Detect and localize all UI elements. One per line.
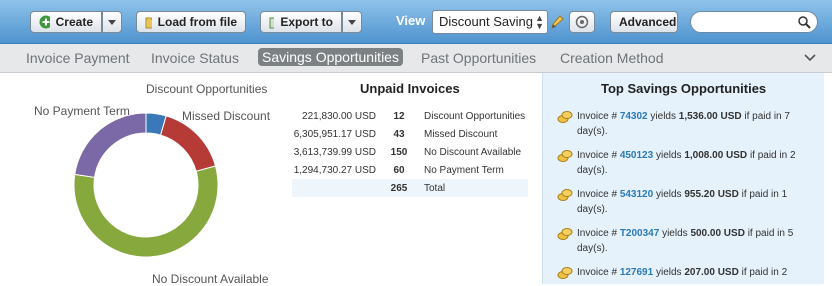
row-count: 150 [390, 146, 408, 158]
label-discount-opportunities: Discount Opportunities [146, 82, 268, 96]
table-row: 221,830.00 USD 12 Discount Opportunities [292, 107, 528, 125]
view-select-value: Discount Saving [439, 14, 533, 29]
total-amount [292, 179, 382, 197]
load-from-file-button[interactable]: Load from file [136, 11, 246, 33]
total-count: 265 [390, 182, 408, 194]
invoice-prefix: Invoice # [577, 228, 618, 239]
invoice-link[interactable]: 543120 [620, 189, 653, 200]
row-count: 60 [393, 164, 405, 176]
create-dropdown-button[interactable] [102, 11, 122, 33]
coins-icon [557, 111, 573, 123]
tab-past-opportunities[interactable]: Past Opportunities [421, 50, 536, 66]
chevron-down-icon [108, 19, 116, 25]
yields-text: yields [662, 228, 688, 239]
invoice-prefix: Invoice # [577, 189, 618, 200]
list-item: Invoice # 543120 yields 955.20 USD if pa… [557, 187, 819, 217]
row-label: No Discount Available [424, 146, 522, 158]
create-button[interactable]: Create [30, 11, 102, 33]
export-dropdown-button[interactable] [342, 11, 362, 33]
gear-icon [575, 15, 589, 29]
load-label: Load from file [157, 15, 237, 29]
search-input[interactable] [690, 11, 818, 33]
row-label: Discount Opportunities [424, 110, 526, 122]
export-to-button[interactable]: Export to [260, 11, 342, 33]
label-missed-discount: Missed Discount [182, 109, 271, 123]
invoice-link[interactable]: T200347 [620, 228, 659, 239]
yields-text: yields [655, 150, 682, 161]
savings-amount: 1,536.00 USD [678, 111, 742, 122]
export-label: Export to [280, 15, 333, 29]
tab-creation-method[interactable]: Creation Method [560, 50, 664, 66]
savings-amount: 207.00 USD [684, 267, 739, 278]
unpaid-invoices-title: Unpaid Invoices [360, 81, 460, 96]
total-row: 265 Total [292, 179, 528, 197]
plus-circle-icon [39, 15, 50, 29]
row-count: 43 [393, 128, 405, 140]
advanced-label: Advanced [619, 15, 677, 29]
savings-amount: 955.20 USD [684, 189, 739, 200]
coins-icon [557, 267, 573, 279]
savings-amount: 500.00 USD [690, 228, 745, 239]
invoice-link[interactable]: 74302 [620, 111, 648, 122]
unpaid-invoices-panel: Unpaid Invoices 221,830.00 USD 12 Discount… [288, 73, 542, 284]
tab-savings-opportunities[interactable]: Savings Opportunities [258, 48, 403, 66]
view-label: View [396, 13, 426, 28]
invoice-prefix: Invoice # [577, 111, 618, 122]
row-label: Missed Discount [424, 128, 498, 140]
tab-bar: Invoice Payment Invoice Status Savings O… [0, 44, 832, 73]
total-label: Total [424, 182, 446, 194]
label-no-payment-term: No Payment Term [34, 104, 130, 118]
yields-text: yields [655, 267, 682, 278]
invoice-link[interactable]: 127691 [620, 267, 653, 278]
row-amount: 3,613,739.99 USD [293, 146, 376, 158]
search-icon[interactable] [797, 15, 811, 29]
table-row: 1,294,730.27 USD 60 No Payment Term [292, 161, 528, 179]
toolbar: Create Load from file Export to View Dis… [0, 0, 832, 44]
advanced-button[interactable]: Advanced [610, 11, 678, 33]
top-savings-title: Top Savings Opportunities [601, 81, 767, 96]
list-item: Invoice # T200347 yields 500.00 USD if p… [557, 226, 819, 256]
coins-icon [557, 228, 573, 240]
select-arrows-icon: ▲ ▼ [535, 13, 544, 31]
top-savings-panel: Top Savings Opportunities Invoice # 7430… [542, 73, 824, 284]
table-row: 6,305,951.17 USD 43 Missed Discount [292, 125, 528, 143]
invoice-prefix: Invoice # [577, 150, 618, 161]
list-item: Invoice # 127691 yields 207.00 USD if pa… [557, 265, 819, 280]
chevron-down-icon[interactable] [804, 54, 816, 62]
view-select[interactable]: Discount Saving ▲ ▼ [432, 10, 548, 34]
row-count: 12 [393, 110, 405, 122]
yields-text: yields [650, 111, 676, 122]
export-icon [269, 17, 275, 29]
invoice-prefix: Invoice # [577, 267, 618, 278]
chevron-down-icon [348, 19, 356, 25]
row-amount: 1,294,730.27 USD [293, 164, 376, 176]
list-item: Invoice # 450123 yields 1,008.00 USD if … [557, 148, 819, 178]
row-amount: 6,305,951.17 USD [293, 128, 376, 140]
list-item: Invoice # 74302 yields 1,536.00 USD if p… [557, 109, 819, 139]
tab-invoice-payment[interactable]: Invoice Payment [26, 50, 130, 66]
settings-button[interactable] [569, 11, 595, 33]
tab-invoice-status[interactable]: Invoice Status [151, 50, 239, 66]
donut-segment-no-payment-term[interactable] [74, 112, 147, 178]
savings-amount: 1,008.00 USD [684, 150, 748, 161]
donut-segment-missed-discount[interactable] [159, 115, 217, 172]
condition-text: if paid in 2 [741, 267, 788, 278]
coins-icon [557, 189, 573, 201]
donut-panel: Discount Opportunities No Payment Term M… [8, 73, 288, 286]
yields-text: yields [655, 189, 682, 200]
row-amount: 221,830.00 USD [302, 110, 376, 122]
pencil-icon[interactable] [550, 14, 564, 30]
donut-segment-no-discount-available[interactable] [73, 165, 219, 258]
unpaid-invoices-table: 221,830.00 USD 12 Discount Opportunities 6… [292, 107, 528, 197]
table-row: 3,613,739.99 USD 150 No Discount Available [292, 143, 528, 161]
row-label: No Payment Term [424, 164, 504, 176]
create-label: Create [55, 15, 93, 29]
folder-icon [145, 17, 152, 28]
invoice-link[interactable]: 450123 [620, 150, 653, 161]
coins-icon [557, 150, 573, 162]
